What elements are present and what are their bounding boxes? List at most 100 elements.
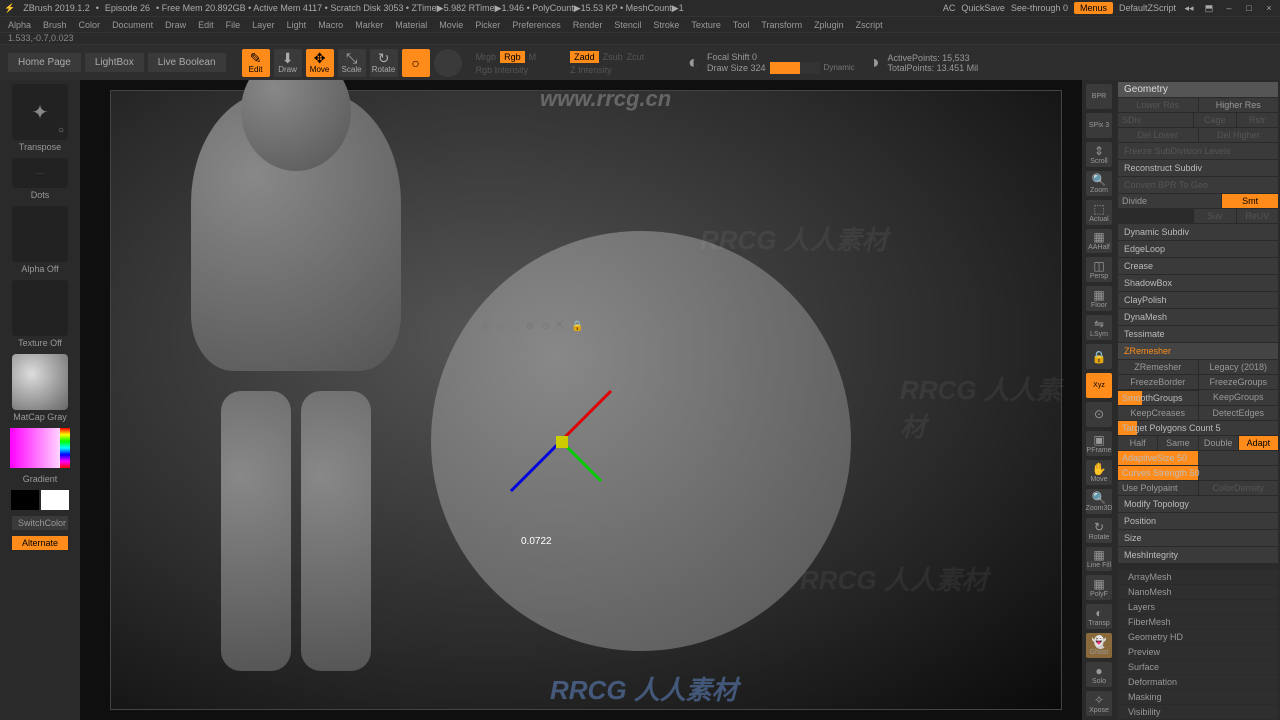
alpha-thumb[interactable] (12, 206, 68, 262)
section-masking[interactable]: Masking (1118, 690, 1278, 704)
xpose-button[interactable]: ✧Xpose (1086, 691, 1112, 716)
pframe-button[interactable]: ▣PFrame (1086, 431, 1112, 456)
modify-topology-section[interactable]: Modify Topology (1118, 496, 1278, 512)
close-icon[interactable]: × (1262, 3, 1276, 13)
menu-alpha[interactable]: Alpha (8, 20, 31, 30)
smt-button[interactable]: Smt (1222, 194, 1278, 208)
zadd-button[interactable]: Zadd (570, 51, 599, 63)
menu-material[interactable]: Material (395, 20, 427, 30)
zremesher-button[interactable]: ZRemesher (1118, 360, 1198, 374)
transpose-thumb[interactable]: ✦ ○ (12, 84, 68, 140)
section-zremesher[interactable]: ZRemesher (1118, 343, 1278, 359)
menu-transform[interactable]: Transform (761, 20, 802, 30)
spix-button[interactable]: SPix 3 (1086, 113, 1112, 138)
move3d-button[interactable]: ✋Move (1086, 460, 1112, 485)
section-arraymesh[interactable]: ArrayMesh (1118, 570, 1278, 584)
color-picker[interactable] (10, 428, 70, 468)
same-button[interactable]: Same (1158, 436, 1197, 450)
section-tessimate[interactable]: Tessimate (1118, 326, 1278, 342)
legacy-button[interactable]: Legacy (2018) (1199, 360, 1279, 374)
position-section[interactable]: Position (1118, 513, 1278, 529)
maximize-icon[interactable]: □ (1242, 3, 1256, 13)
detect-edges-button[interactable]: DetectEdges (1199, 406, 1279, 420)
menu-light[interactable]: Light (287, 20, 307, 30)
zsub-button[interactable]: Zsub (603, 52, 623, 62)
menu-brush[interactable]: Brush (43, 20, 67, 30)
menu-movie[interactable]: Movie (439, 20, 463, 30)
persp-button[interactable]: ◫Persp (1086, 257, 1112, 282)
transp-button[interactable]: ◐Transp (1086, 604, 1112, 629)
xyz-button[interactable]: Xyz (1086, 373, 1112, 398)
section-crease[interactable]: Crease (1118, 258, 1278, 274)
menu-edit[interactable]: Edit (198, 20, 214, 30)
convert-bpr-button[interactable]: Convert BPR To Geo (1118, 177, 1278, 193)
reuv-button[interactable]: ReUV (1237, 209, 1279, 223)
menu-macro[interactable]: Macro (318, 20, 343, 30)
seethrough-slider[interactable]: See-through 0 (1011, 3, 1068, 13)
section-deformation[interactable]: Deformation (1118, 675, 1278, 689)
live-boolean-button[interactable]: Live Boolean (148, 53, 226, 72)
section-shadowbox[interactable]: ShadowBox (1118, 275, 1278, 291)
pin-icon[interactable]: ⬒ (1202, 3, 1216, 14)
double-button[interactable]: Double (1199, 436, 1238, 450)
edit-mode-button[interactable]: ✎Edit (242, 49, 270, 77)
section-surface[interactable]: Surface (1118, 660, 1278, 674)
dots-thumb[interactable]: ⋯ (12, 158, 68, 188)
cage-button[interactable]: Cage (1194, 113, 1236, 127)
home-page-button[interactable]: Home Page (8, 53, 81, 72)
scroll-button[interactable]: ⇕Scroll (1086, 142, 1112, 167)
scale-mode-button[interactable]: ⤡Scale (338, 49, 366, 77)
m-label[interactable]: M (529, 52, 537, 62)
color-density-button[interactable]: ColorDensity (1199, 481, 1279, 495)
minimize-icon[interactable]: – (1222, 3, 1236, 13)
adapt-button[interactable]: Adapt (1239, 436, 1278, 450)
section-dynamic-subdiv[interactable]: Dynamic Subdiv (1118, 224, 1278, 240)
lightbox-button[interactable]: LightBox (85, 53, 144, 72)
menu-render[interactable]: Render (573, 20, 603, 30)
keep-creases-button[interactable]: KeepCreases (1118, 406, 1198, 420)
texture-thumb[interactable] (12, 280, 68, 336)
rotate3d-button[interactable]: ↻Rotate (1086, 518, 1112, 543)
draw-mode-button[interactable]: ⬇Draw (274, 49, 302, 77)
viewport[interactable]: 0.0722 ⚙ ⌂ ⬚ ⊕ ⊙ ⇱ 🔒 www.rrcg.cn RRCG 人人… (80, 80, 1082, 720)
section-nanomesh[interactable]: NanoMesh (1118, 585, 1278, 599)
target-polys-slider[interactable]: Target Polygons Count 5 (1122, 423, 1221, 433)
geometry-header[interactable]: Geometry (1118, 82, 1278, 97)
half-button[interactable]: Half (1118, 436, 1157, 450)
actual-button[interactable]: ⬚Actual (1086, 200, 1112, 225)
menu-color[interactable]: Color (79, 20, 101, 30)
menus-button[interactable]: Menus (1074, 2, 1113, 14)
sculptris-button[interactable] (434, 49, 462, 77)
sdiv-slider[interactable]: SDiv (1118, 113, 1193, 127)
mrgb-label[interactable]: Mrgb (476, 52, 497, 62)
rgb-button[interactable]: Rgb (500, 51, 525, 63)
zoom-button[interactable]: 🔍Zoom (1086, 171, 1112, 196)
menu-picker[interactable]: Picker (475, 20, 500, 30)
transform-gizmo-icon[interactable] (461, 341, 661, 541)
gradient-label[interactable]: Gradient (23, 474, 58, 484)
quicksave-button[interactable]: QuickSave (961, 3, 1005, 13)
menu-file[interactable]: File (226, 20, 241, 30)
polyf-button[interactable]: ▦PolyF (1086, 575, 1112, 600)
lower-res-button[interactable]: Lower Res (1118, 98, 1198, 112)
section-geometryhd[interactable]: Geometry HD (1118, 630, 1278, 644)
section-dynamesh[interactable]: DynaMesh (1118, 309, 1278, 325)
mesh-integrity-section[interactable]: MeshIntegrity (1118, 547, 1278, 563)
freeze-border-button[interactable]: FreezeBorder (1118, 375, 1198, 389)
gizmo-toolbar-icon[interactable]: ⚙ ⌂ ⬚ ⊕ ⊙ ⇱ 🔒 (481, 321, 586, 332)
focal-shift[interactable]: Focal Shift 0 (707, 52, 855, 62)
gizmo-button[interactable]: ○ (402, 49, 430, 77)
menu-tool[interactable]: Tool (733, 20, 750, 30)
section-preview[interactable]: Preview (1118, 645, 1278, 659)
focal-dial-icon[interactable]: ◐ (688, 52, 699, 73)
section-visibility[interactable]: Visibility (1118, 705, 1278, 719)
menu-stencil[interactable]: Stencil (614, 20, 641, 30)
menu-texture[interactable]: Texture (691, 20, 721, 30)
zcut-button[interactable]: Zcut (627, 52, 645, 62)
del-higher-button[interactable]: Del Higher (1199, 128, 1279, 142)
default-zscript[interactable]: DefaultZScript (1119, 3, 1176, 13)
section-claypolish[interactable]: ClayPolish (1118, 292, 1278, 308)
aahalf-button[interactable]: ▦AAHalf (1086, 229, 1112, 254)
smooth-groups-slider[interactable]: SmoothGroups (1122, 393, 1183, 403)
zoom3d-button[interactable]: 🔍Zoom3D (1086, 489, 1112, 514)
